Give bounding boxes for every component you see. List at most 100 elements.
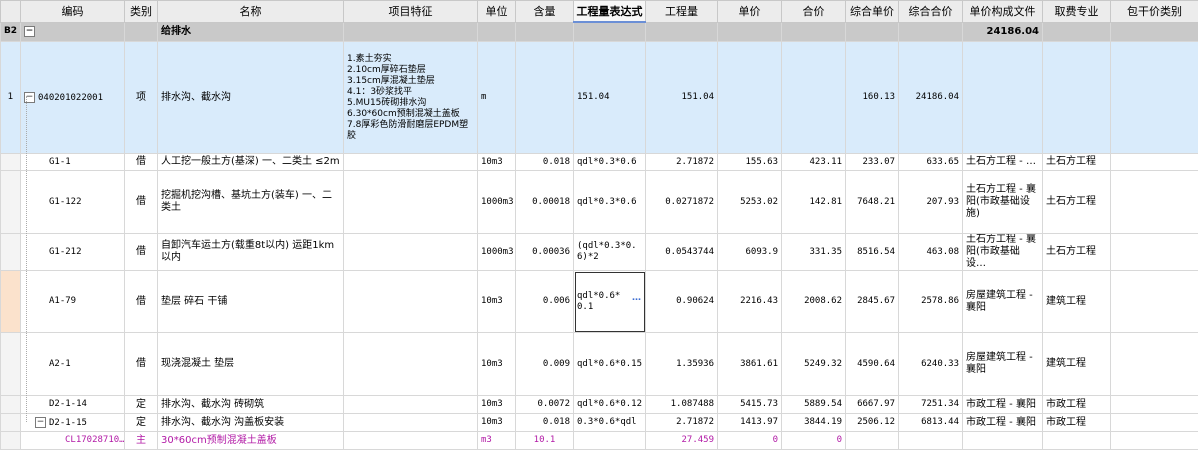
- quota-fee-major[interactable]: 市政工程: [1042, 395, 1111, 414]
- quota-category[interactable]: 借: [124, 153, 158, 171]
- quota-content[interactable]: 0.006: [515, 270, 574, 333]
- quota-name[interactable]: 现浇混凝土 垫层: [157, 332, 344, 396]
- quota-quantity[interactable]: 0.0271872: [645, 170, 718, 234]
- quota-expression[interactable]: qdl*0.6*0.12: [573, 395, 646, 414]
- quota-unit[interactable]: 10m3: [477, 270, 516, 333]
- quota-row[interactable]: G1-122 借 挖掘机挖沟槽、基坑土方(装车) 一、二类土 1000m3 0.…: [0, 170, 1198, 234]
- quota-category[interactable]: 定: [124, 413, 158, 432]
- quota-unit[interactable]: 10m3: [477, 413, 516, 432]
- quota-category[interactable]: 借: [124, 270, 158, 333]
- item-name[interactable]: 排水沟、截水沟: [157, 41, 344, 154]
- group-row[interactable]: B2 − 给排水 24186.04: [0, 21, 1198, 42]
- material-unit[interactable]: m3: [477, 431, 516, 450]
- col-header-comp-total[interactable]: 综合合价: [898, 0, 963, 23]
- quota-content[interactable]: 0.018: [515, 153, 574, 171]
- item-code-cell[interactable]: −040201022001: [20, 41, 125, 154]
- col-header-unit[interactable]: 单位: [477, 0, 516, 23]
- material-name[interactable]: 30*60cm预制混凝土盖板: [157, 431, 344, 450]
- corner-cell[interactable]: [0, 0, 21, 23]
- quota-row[interactable]: A2-1 借 现浇混凝土 垫层 10m3 0.009 qdl*0.6*0.15 …: [0, 332, 1198, 396]
- quota-fee-major[interactable]: 建筑工程: [1042, 332, 1111, 396]
- col-header-total-price[interactable]: 合价: [781, 0, 846, 23]
- quota-name[interactable]: 垫层 碎石 干铺: [157, 270, 344, 333]
- quota-quantity[interactable]: 1.087488: [645, 395, 718, 414]
- quota-code[interactable]: G1-212: [20, 233, 125, 271]
- quota-row[interactable]: G1-1 借 人工挖一般土方(基深) 一、二类土 ≤2m 10m3 0.018 …: [0, 153, 1198, 171]
- quota-content[interactable]: 0.00036: [515, 233, 574, 271]
- expression-editor[interactable]: qdl*0.6*0.1…: [573, 270, 646, 333]
- quota-price-file[interactable]: 土石方工程 - …: [962, 153, 1043, 171]
- row-index[interactable]: 1: [0, 41, 21, 154]
- quota-unit[interactable]: 1000m3: [477, 233, 516, 271]
- quota-fee-major[interactable]: 土石方工程: [1042, 233, 1111, 271]
- material-content[interactable]: 10.1: [515, 431, 574, 450]
- quota-category[interactable]: 借: [124, 170, 158, 234]
- col-header-category[interactable]: 类别: [124, 0, 158, 23]
- col-header-lump-category[interactable]: 包干价类别: [1110, 0, 1198, 23]
- quota-code-cell[interactable]: − D2-1-15: [20, 413, 125, 432]
- col-header-price-file[interactable]: 单价构成文件: [962, 0, 1043, 23]
- quota-fee-major[interactable]: 建筑工程: [1042, 270, 1111, 333]
- group-name[interactable]: 给排水: [157, 21, 344, 42]
- quota-unit-price[interactable]: 5415.73: [717, 395, 782, 414]
- material-category[interactable]: 主: [124, 431, 158, 450]
- item-unit[interactable]: m: [477, 41, 516, 154]
- col-header-comp-unit-price[interactable]: 综合单价: [845, 0, 899, 23]
- quota-row[interactable]: D2-1-14 定 排水沟、截水沟 砖砌筑 10m3 0.0072 qdl*0.…: [0, 395, 1198, 414]
- quota-code[interactable]: A1-79: [20, 270, 125, 333]
- quota-expression[interactable]: qdl*0.3*0.6: [573, 170, 646, 234]
- quota-code[interactable]: A2-1: [20, 332, 125, 396]
- collapse-toggle-icon[interactable]: −: [24, 26, 35, 37]
- col-header-content[interactable]: 含量: [515, 0, 574, 23]
- quota-name[interactable]: 挖掘机挖沟槽、基坑土方(装车) 一、二类土: [157, 170, 344, 234]
- quota-name[interactable]: 自卸汽车运土方(载重8t以内) 运距1km以内: [157, 233, 344, 271]
- quota-code[interactable]: D2-1-14: [20, 395, 125, 414]
- quota-fee-major[interactable]: 市政工程: [1042, 413, 1111, 432]
- quota-category[interactable]: 借: [124, 332, 158, 396]
- quota-fee-major[interactable]: 土石方工程: [1042, 153, 1111, 171]
- item-quantity[interactable]: 151.04: [645, 41, 718, 154]
- col-header-expression[interactable]: 工程量表达式: [573, 0, 646, 23]
- col-header-code[interactable]: 编码: [20, 0, 125, 23]
- quota-category[interactable]: 借: [124, 233, 158, 271]
- quota-expression[interactable]: 0.3*0.6*qdl: [573, 413, 646, 432]
- quota-fee-major[interactable]: 土石方工程: [1042, 170, 1111, 234]
- current-row-marker[interactable]: [0, 270, 21, 333]
- quota-price-file[interactable]: 市政工程 - 襄阳: [962, 413, 1043, 432]
- quota-content[interactable]: 0.009: [515, 332, 574, 396]
- quota-unit-price[interactable]: 155.63: [717, 153, 782, 171]
- quota-quantity[interactable]: 0.90624: [645, 270, 718, 333]
- item-features[interactable]: 1.素土夯实 2.10cm厚碎石垫层 3.15cm厚混凝土垫层 4.1：3砂浆找…: [343, 41, 478, 154]
- quota-name[interactable]: 排水沟、截水沟 沟盖板安装: [157, 413, 344, 432]
- quota-price-file[interactable]: 市政工程 - 襄阳: [962, 395, 1043, 414]
- expand-editor-button[interactable]: …: [632, 293, 641, 304]
- material-unit-price[interactable]: 0: [717, 431, 782, 450]
- quota-quantity[interactable]: 1.35936: [645, 332, 718, 396]
- quota-unit[interactable]: 10m3: [477, 332, 516, 396]
- quota-quantity[interactable]: 2.71872: [645, 413, 718, 432]
- quota-content[interactable]: 0.00018: [515, 170, 574, 234]
- quota-expression[interactable]: qdl*0.3*0.6: [573, 153, 646, 171]
- quota-quantity[interactable]: 0.0543744: [645, 233, 718, 271]
- material-row[interactable]: CL17028710… 主 30*60cm预制混凝土盖板 m3 10.1 27.…: [0, 431, 1198, 450]
- quota-expression[interactable]: (qdl*0.3*0.6)*2: [573, 233, 646, 271]
- quota-name[interactable]: 排水沟、截水沟 砖砌筑: [157, 395, 344, 414]
- collapse-toggle-icon[interactable]: −: [35, 416, 46, 428]
- quota-price-file[interactable]: 土石方工程 - 襄阳(市政基础设…: [962, 233, 1043, 271]
- quota-row[interactable]: A1-79 借 垫层 碎石 干铺 10m3 0.006 qdl*0.6*0.1 ……: [0, 270, 1198, 333]
- quota-name[interactable]: 人工挖一般土方(基深) 一、二类土 ≤2m: [157, 153, 344, 171]
- quota-price-file[interactable]: 房屋建筑工程 - 襄阳: [962, 270, 1043, 333]
- quota-row[interactable]: − D2-1-15 定 排水沟、截水沟 沟盖板安装 10m3 0.018 0.3*…: [0, 413, 1198, 432]
- quota-unit-price[interactable]: 3861.61: [717, 332, 782, 396]
- item-row[interactable]: 1 −040201022001 项 排水沟、截水沟 1.素土夯实 2.10cm厚…: [0, 41, 1198, 154]
- item-content[interactable]: [515, 41, 574, 154]
- group-row-header[interactable]: B2: [0, 21, 21, 42]
- group-code-cell[interactable]: −: [20, 21, 125, 42]
- quota-code[interactable]: G1-1: [20, 153, 125, 171]
- quota-price-file[interactable]: 土石方工程 - 襄阳(市政基础设施): [962, 170, 1043, 234]
- quota-unit-price[interactable]: 2216.43: [717, 270, 782, 333]
- quota-code[interactable]: G1-122: [20, 170, 125, 234]
- quota-unit[interactable]: 10m3: [477, 395, 516, 414]
- quota-price-file[interactable]: 房屋建筑工程 - 襄阳: [962, 332, 1043, 396]
- quota-category[interactable]: 定: [124, 395, 158, 414]
